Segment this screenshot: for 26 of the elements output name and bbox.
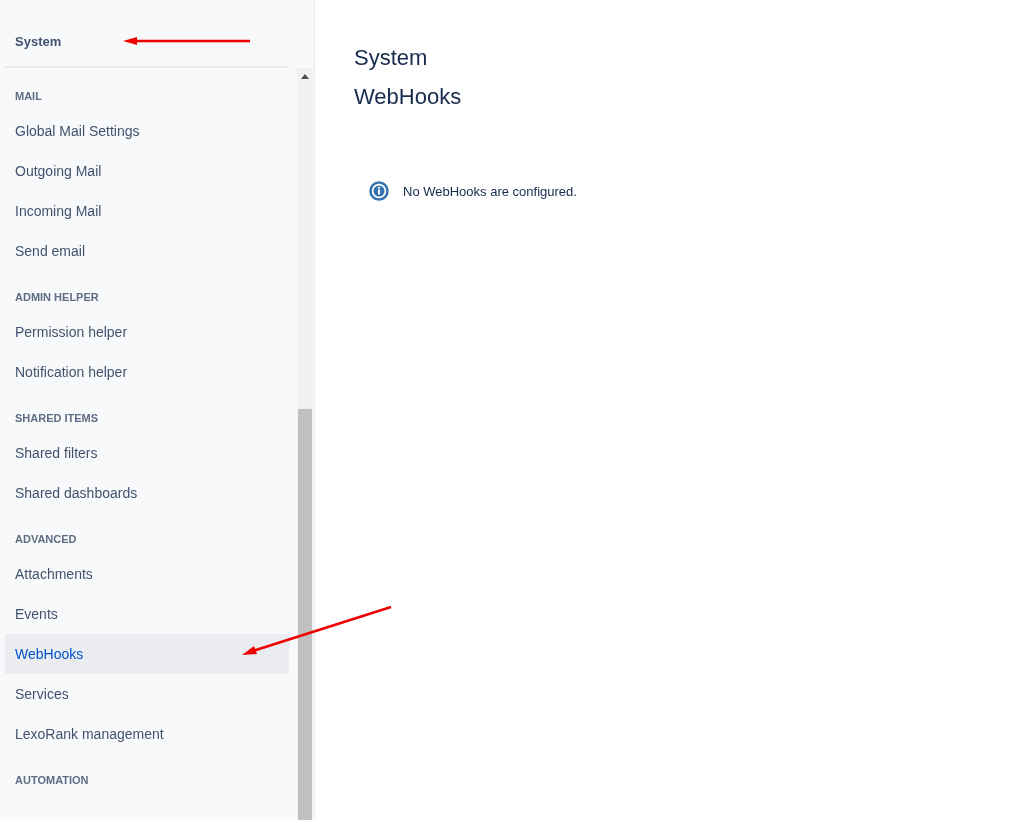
- sidebar-item[interactable]: Notification helper: [5, 352, 289, 392]
- sidebar-item[interactable]: LexoRank management: [5, 714, 289, 754]
- info-icon: [369, 181, 389, 201]
- sidebar-item[interactable]: Permission helper: [5, 312, 289, 352]
- section-heading: AUTOMATION: [14, 773, 90, 788]
- sidebar-item[interactable]: Events: [5, 594, 289, 634]
- scrollbar-thumb[interactable]: [298, 409, 312, 820]
- empty-message: No WebHooks are configured.: [403, 183, 577, 199]
- sidebar-item[interactable]: Shared dashboards: [5, 473, 289, 513]
- section-heading: ADVANCED: [14, 532, 78, 547]
- scrollbar[interactable]: [297, 68, 313, 820]
- sidebar-item[interactable]: Attachments: [5, 554, 289, 594]
- sidebar-item[interactable]: Incoming Mail: [5, 191, 289, 231]
- sidebar-item[interactable]: WebHooks: [5, 634, 289, 674]
- sidebar-title: System: [15, 34, 62, 49]
- scroll-up-icon[interactable]: [301, 74, 309, 79]
- page-breadcrumb: System: [354, 44, 429, 72]
- sidebar-item[interactable]: Outgoing Mail: [5, 151, 289, 191]
- sidebar-item[interactable]: Shared filters: [5, 433, 289, 473]
- section-heading: ADMIN HELPER: [14, 290, 100, 305]
- sidebar-item[interactable]: Global Mail Settings: [5, 111, 289, 151]
- section-heading: SHARED ITEMS: [14, 411, 100, 426]
- sidebar-item[interactable]: Services: [5, 674, 289, 714]
- section-heading: MAIL: [14, 89, 43, 104]
- page-title: WebHooks: [354, 83, 463, 111]
- sidebar-item[interactable]: Send email: [5, 231, 289, 271]
